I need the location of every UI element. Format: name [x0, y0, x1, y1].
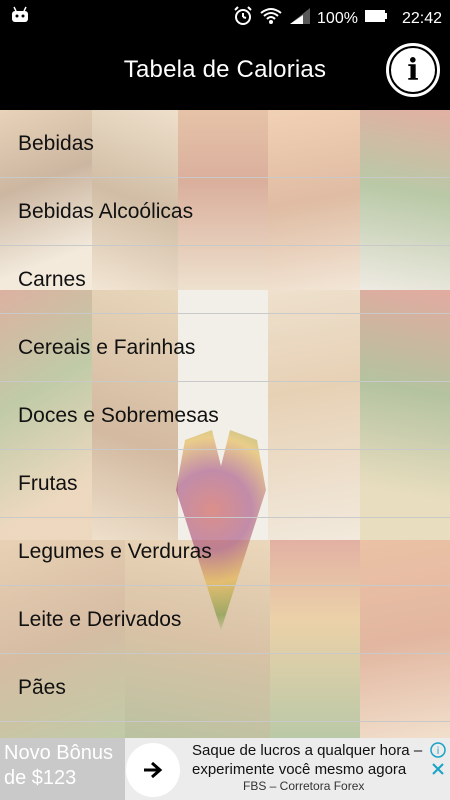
page-title: Tabela de Calorias — [123, 56, 327, 83]
wifi-icon — [259, 7, 283, 30]
app-bar: Tabela de Calorias i — [0, 30, 450, 110]
signal-icon — [289, 7, 311, 30]
clock: 22:42 — [401, 9, 442, 27]
info-button[interactable]: i — [386, 43, 440, 97]
list-item-bebidas-alcoolicas[interactable]: Bebidas Alcoólicas — [0, 178, 450, 246]
ad-choices-icon[interactable]: i — [430, 742, 446, 758]
battery-text: 100% — [317, 9, 358, 27]
battery-icon — [364, 8, 388, 29]
ad-sponsor: FBS – Corretora Forex — [243, 779, 365, 793]
list-item-cereais-e-farinhas[interactable]: Cereais e Farinhas — [0, 314, 450, 382]
arrow-right-icon — [143, 755, 163, 786]
alarm-icon — [233, 6, 253, 31]
android-notification-icon — [10, 6, 30, 29]
list-item-bebidas[interactable]: Bebidas — [0, 110, 450, 178]
list-item-legumes-e-verduras[interactable]: Legumes e Verduras — [0, 518, 450, 586]
list-item-paes[interactable]: Pães — [0, 654, 450, 722]
ad-arrow-button[interactable] — [126, 743, 180, 797]
status-bar: 100% 22:42 — [0, 0, 450, 30]
list-item-carnes[interactable]: Carnes — [0, 246, 450, 314]
ad-image[interactable]: Novo Bônus de $123 — [0, 738, 125, 800]
ad-bonus-text: Novo Bônus de $123 — [4, 742, 113, 789]
list-item-leite-e-derivados[interactable]: Leite e Derivados — [0, 586, 450, 654]
info-icon: i — [389, 46, 437, 94]
ad-headline[interactable]: Saque de lucros a qualquer hora – experi… — [192, 741, 432, 779]
list-item-frutas[interactable]: Frutas — [0, 450, 450, 518]
ad-close-icon[interactable] — [430, 761, 446, 777]
svg-text:i: i — [437, 746, 440, 757]
category-list: Bebidas Bebidas Alcoólicas Carnes Cereai… — [0, 110, 450, 722]
list-item-doces-e-sobremesas[interactable]: Doces e Sobremesas — [0, 382, 450, 450]
ad-banner[interactable]: Novo Bônus de $123 Saque de lucros a qua… — [0, 738, 450, 800]
